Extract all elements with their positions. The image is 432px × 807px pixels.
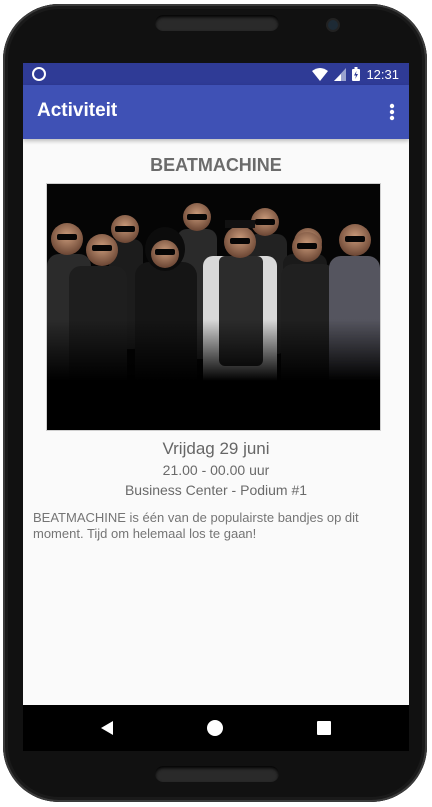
circle-notification-icon [32,67,46,81]
band-photo [46,183,381,431]
navigation-bar [23,705,409,751]
app-bar-title: Activiteit [37,100,118,121]
status-icons: 12:31 [312,65,399,83]
event-time: 21.00 - 00.00 uur [162,462,270,478]
app-bar: Activiteit [23,85,409,139]
bottom-speaker [155,766,279,782]
back-icon[interactable] [97,718,117,738]
status-bar: 12:31 [23,63,409,85]
event-location: Business Center - Podium #1 [124,482,308,498]
status-time: 12:31 [366,66,399,82]
recents-icon[interactable] [314,718,334,738]
signal-icon [334,67,347,81]
activity-content: BEATMACHINE Vrijdag 29 juni 21.00 - 00.0… [23,139,409,705]
event-title: BEATMACHINE [150,155,282,175]
top-speaker [155,15,279,31]
overflow-menu-icon[interactable] [389,103,395,121]
wifi-icon [312,67,329,81]
event-description: BEATMACHINE is één van de populairste ba… [33,510,359,541]
device-screen: 12:31 Activiteit BEATMACHINE Vrijdag 29 … [23,63,409,751]
battery-icon [352,67,361,81]
home-icon[interactable] [205,718,225,738]
front-camera [328,20,338,30]
band-photo-image [47,184,380,430]
event-date: Vrijdag 29 juni [162,439,270,458]
